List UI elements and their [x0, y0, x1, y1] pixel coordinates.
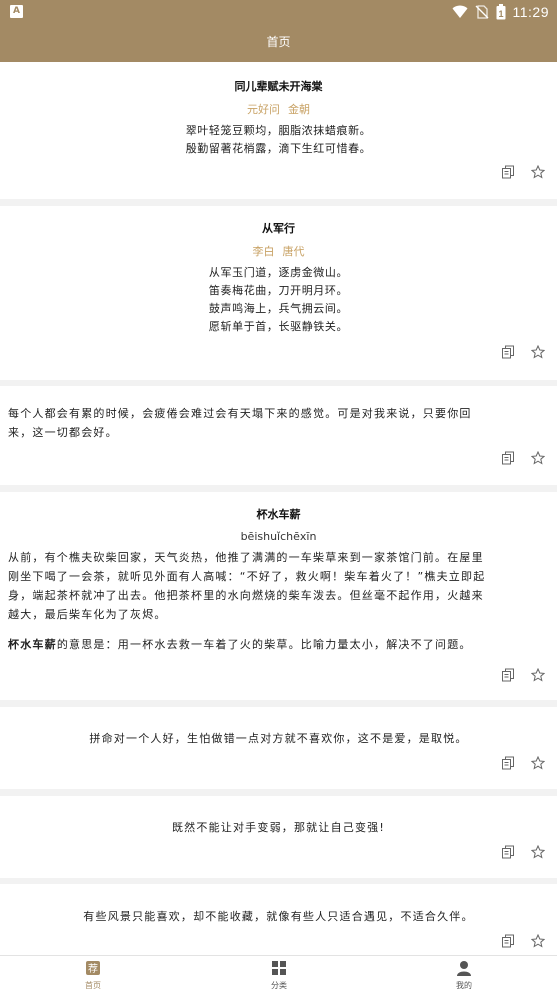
poem-line: 殷勤留著花梢露，滴下生红可惜春。	[185, 142, 372, 155]
app-bar: 首页	[0, 24, 557, 62]
app-notification-icon: A	[10, 5, 23, 18]
status-bar: A 1 11:29	[0, 0, 557, 24]
copy-icon[interactable]	[501, 668, 515, 682]
tab-label: 分类	[271, 981, 287, 990]
sentence-text: 既然不能让对手变弱，那就让自己变强!	[171, 821, 385, 834]
sentence-card[interactable]: 拼命对一个人好，生怕做错一点对方就不喜欢你，这不是爱，是取悦。	[0, 707, 557, 789]
story-line: 身，端起茶杯就冲了出去。他把茶杯里的水向燃烧的柴车泼去。但丝毫不起作用，火越来	[8, 589, 484, 602]
tab-label: 首页	[85, 981, 101, 990]
svg-text:荐: 荐	[88, 963, 98, 975]
card-actions	[501, 934, 545, 948]
author-name[interactable]: 元好问	[247, 103, 280, 116]
poem-card[interactable]: 从军行 李白 唐代 从军玉门道，逐虏金微山。 笛奏梅花曲，刀开明月环。 鼓声鸣海上…	[0, 206, 557, 380]
poem-line: 笛奏梅花曲，刀开明月环。	[208, 284, 349, 297]
poem-author: 元好问 金朝	[0, 101, 557, 117]
copy-icon[interactable]	[501, 451, 515, 465]
tab-mine[interactable]: 我的	[434, 960, 494, 991]
tab-label: 我的	[456, 981, 472, 990]
sentence-text: 每个人都会有累的时候，会疲倦会难过会有天塌下来的感觉。可是对我来说，只要你回	[8, 407, 472, 420]
page-title: 首页	[266, 35, 291, 49]
poem-title: 同儿辈赋未开海棠	[234, 80, 323, 93]
copy-icon[interactable]	[501, 165, 515, 179]
author-dynasty: 唐代	[282, 245, 305, 258]
poem-line: 鼓声鸣海上，兵气拥云间。	[208, 302, 349, 315]
tab-category[interactable]: 分类	[249, 960, 309, 991]
story-line: 越大，最后柴车化为了灰烬。	[8, 608, 167, 621]
card-actions	[501, 756, 545, 770]
tab-home[interactable]: 荐 首页	[63, 960, 123, 991]
grid-icon	[272, 961, 286, 975]
poem-line: 从军玉门道，逐虏金微山。	[208, 266, 349, 279]
idiom-title: 杯水车薪	[256, 508, 301, 521]
poem-author: 李白 唐代	[0, 243, 557, 259]
person-icon	[457, 961, 471, 976]
copy-icon[interactable]	[501, 345, 515, 359]
meaning-term: 杯水车薪	[8, 638, 57, 651]
author-dynasty: 金朝	[288, 103, 310, 116]
poem-line: 愿斩单于首，长驱静铁关。	[208, 320, 349, 333]
sentence-card[interactable]: 既然不能让对手变弱，那就让自己变强!	[0, 796, 557, 878]
story-line: 从前，有个樵夫砍柴回家，天气炎热，他推了满满的一车柴草来到一家茶馆门前。在屋里	[8, 551, 484, 564]
star-icon[interactable]	[531, 451, 545, 465]
battery-icon: 1	[496, 4, 505, 20]
copy-icon[interactable]	[501, 845, 515, 859]
wifi-icon	[452, 5, 467, 18]
star-icon[interactable]	[531, 845, 545, 859]
sentence-card[interactable]: 有些风景只能喜欢，却不能收藏，就像有些人只适合遇见，不适合久伴。	[0, 884, 557, 955]
star-icon[interactable]	[531, 668, 545, 682]
star-icon[interactable]	[531, 165, 545, 179]
content-feed[interactable]: 同儿辈赋未开海棠 元好问 金朝 翠叶轻笼豆颗均，胭脂浓抹蜡痕新。 殷勤留著花梢露，…	[0, 62, 557, 955]
card-actions	[501, 845, 545, 859]
clock: 11:29	[512, 4, 549, 20]
recommend-icon: 荐	[86, 961, 100, 975]
story-line: 刚坐下喝了一会茶，就听见外面有人高喊：“不好了，救火啊！柴车着火了！”樵夫立即起	[8, 570, 486, 583]
card-actions	[501, 165, 545, 179]
card-actions	[501, 451, 545, 465]
author-name[interactable]: 李白	[253, 245, 275, 258]
idiom-pinyin: bēishuǐchēxīn	[240, 530, 317, 543]
poem-card[interactable]: 同儿辈赋未开海棠 元好问 金朝 翠叶轻笼豆颗均，胭脂浓抹蜡痕新。 殷勤留著花梢露，…	[0, 62, 557, 199]
idiom-meaning: 杯水车薪的意思是：用一杯水去救一车着了火的柴草。比喻力量太小，解决不了问题。	[0, 635, 557, 654]
status-icons: 1 11:29	[452, 3, 550, 21]
star-icon[interactable]	[531, 934, 545, 948]
copy-icon[interactable]	[501, 756, 515, 770]
star-icon[interactable]	[531, 345, 545, 359]
poem-title: 从军行	[262, 222, 295, 235]
sentence-card[interactable]: 每个人都会有累的时候，会疲倦会难过会有天塌下来的感觉。可是对我来说，只要你回 来…	[0, 386, 557, 485]
star-icon[interactable]	[531, 756, 545, 770]
meaning-text: 的意思是：用一杯水去救一车着了火的柴草。比喻力量太小，解决不了问题。	[56, 638, 472, 651]
no-sim-icon	[475, 5, 488, 19]
card-actions	[501, 345, 545, 359]
bottom-tab-bar: 荐 首页 分类 我的	[0, 955, 557, 994]
copy-icon[interactable]	[501, 934, 515, 948]
svg-text:1: 1	[498, 9, 503, 19]
sentence-text: 来，这一切都会好。	[8, 426, 118, 439]
sentence-text: 拼命对一个人好，生怕做错一点对方就不喜欢你，这不是爱，是取悦。	[89, 732, 468, 745]
card-actions	[501, 668, 545, 682]
poem-line: 翠叶轻笼豆颗均，胭脂浓抹蜡痕新。	[185, 124, 372, 137]
sentence-text: 有些风景只能喜欢，却不能收藏，就像有些人只适合遇见，不适合久伴。	[83, 910, 474, 923]
idiom-card[interactable]: 杯水车薪 bēishuǐchēxīn 从前，有个樵夫砍柴回家，天气炎热，他推了满…	[0, 492, 557, 700]
